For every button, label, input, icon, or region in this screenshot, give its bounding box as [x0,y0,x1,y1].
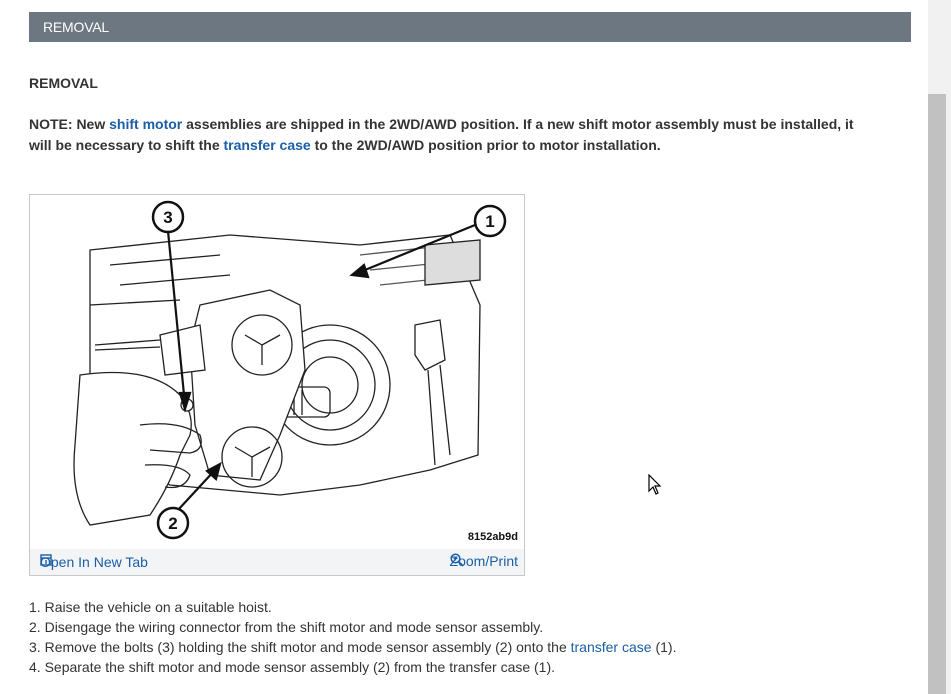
figure-toolbar: Open In New Tab Zoom/Print [30,549,524,575]
note-suffix: to the 2WD/AWD position prior to motor i… [310,137,661,153]
svg-text:1: 1 [485,212,494,231]
step-number: 1. [29,599,41,615]
callout-3: 3 [151,200,185,234]
scrollbar-thumb[interactable] [928,94,946,694]
mouse-pointer-icon [648,474,662,495]
note-prefix: NOTE: New [29,116,110,132]
note-paragraph: NOTE: New shift motor assemblies are shi… [29,114,879,156]
step-text: Raise the vehicle on a suitable hoist. [44,599,272,615]
step-number: 3. [29,639,41,655]
section-heading: REMOVAL [29,75,98,91]
step-text: (1). [651,639,677,655]
zoom-icon [449,553,464,567]
transfer-case-illustration: 3 1 2 [73,200,507,540]
step-text: Remove the bolts (3) holding the shift m… [44,639,571,655]
step-number: 4. [29,659,41,675]
shift-motor-link[interactable]: shift motor [109,116,182,132]
list-item: 1. Raise the vehicle on a suitable hoist… [29,597,676,617]
list-item: 3. Remove the bolts (3) holding the shif… [29,637,676,657]
svg-text:2: 2 [168,514,177,533]
list-item: 2. Disengage the wiring connector from t… [29,617,676,637]
callout-1: 1 [473,204,507,238]
removal-steps: 1. Raise the vehicle on a suitable hoist… [29,597,676,677]
open-in-new-tab-link[interactable]: Open In New Tab [40,554,148,570]
step-text: Disengage the wiring connector from the … [44,619,544,635]
step-number: 2. [29,619,41,635]
step-text: Separate the shift motor and mode sensor… [44,659,556,675]
figure-id: 8152ab9d [467,531,518,543]
transfer-case-link[interactable]: transfer case [224,137,311,153]
section-banner: REMOVAL [29,12,911,42]
transfer-case-link[interactable]: transfer case [571,639,652,655]
callout-2: 2 [156,506,190,540]
figure: 3 1 2 8152ab9d Open In New Tab Zoom/Prin… [29,194,525,576]
open-in-new-tab-icon [40,554,52,566]
zoom-print-link[interactable]: Zoom/Print [450,553,518,569]
svg-text:3: 3 [163,208,172,227]
banner-title: REMOVAL [43,19,110,35]
list-item: 4. Separate the shift motor and mode sen… [29,657,676,677]
open-in-new-tab-label: Open In New Tab [40,554,148,570]
